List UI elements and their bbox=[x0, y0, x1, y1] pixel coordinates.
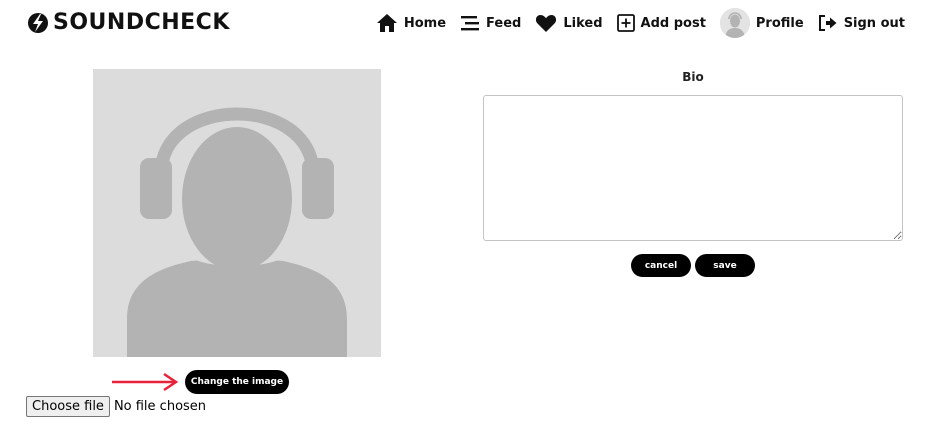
red-arrow-icon bbox=[112, 372, 179, 392]
heart-icon bbox=[536, 15, 557, 32]
bio-textarea[interactable] bbox=[483, 95, 903, 241]
brand-name: SOUNDCHECK bbox=[53, 10, 230, 35]
cancel-button[interactable]: cancel bbox=[631, 254, 691, 277]
nav-liked[interactable]: Liked bbox=[535, 13, 603, 33]
nav-profile[interactable]: Profile bbox=[719, 8, 804, 38]
file-status: No file chosen bbox=[113, 399, 207, 414]
menu-lines-icon bbox=[461, 16, 480, 31]
sign-out-icon bbox=[818, 15, 837, 31]
nav-label: Feed bbox=[486, 15, 522, 31]
lightning-bolt-icon bbox=[28, 12, 48, 33]
headphones-person-icon bbox=[93, 69, 381, 357]
nav-label: Liked bbox=[563, 15, 603, 31]
nav-label: Add post bbox=[640, 15, 706, 31]
bio-label: Bio bbox=[682, 70, 704, 84]
nav-label: Home bbox=[403, 15, 447, 31]
nav-sign-out[interactable]: Sign out bbox=[818, 14, 905, 32]
save-button[interactable]: save bbox=[695, 254, 755, 277]
nav-add-post[interactable]: Add post bbox=[616, 14, 706, 32]
main-nav: Home Feed Liked Add post Profile Sign ou… bbox=[362, 7, 905, 39]
nav-feed[interactable]: Feed bbox=[460, 14, 521, 32]
file-input: Choose file No file chosen bbox=[26, 396, 206, 417]
brand-logo[interactable]: SOUNDCHECK bbox=[27, 10, 230, 35]
home-icon bbox=[376, 14, 397, 32]
nav-label: Profile bbox=[755, 15, 804, 31]
choose-file-button[interactable]: Choose file bbox=[26, 396, 110, 417]
change-image-button[interactable]: Change the image bbox=[185, 370, 289, 394]
nav-label: Sign out bbox=[843, 15, 905, 31]
profile-image bbox=[93, 69, 381, 357]
avatar bbox=[719, 8, 750, 38]
plus-square-icon bbox=[616, 14, 635, 32]
nav-home[interactable]: Home bbox=[376, 13, 446, 33]
